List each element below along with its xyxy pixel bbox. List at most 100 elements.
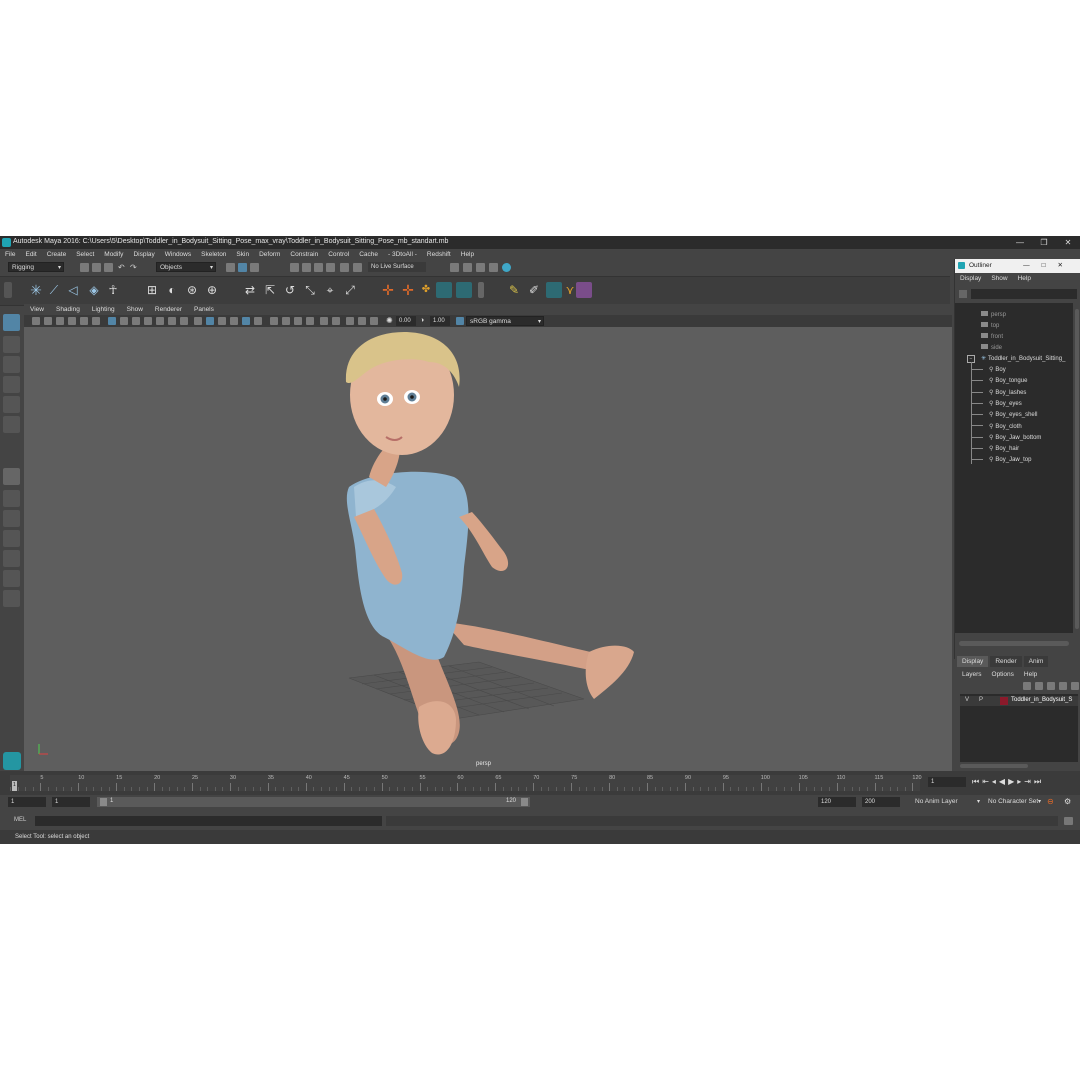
grease-pencil-icon[interactable] xyxy=(92,317,100,325)
menu-item-cache[interactable]: Cache xyxy=(354,249,383,260)
ik-spline-icon[interactable]: ◁ xyxy=(65,282,81,298)
auto-key-icon[interactable]: ⊖ xyxy=(1047,798,1056,806)
menu-item-modify[interactable]: Modify xyxy=(99,249,128,260)
wire-tool-icon[interactable]: ✎ xyxy=(506,282,522,298)
gate-mask-icon[interactable] xyxy=(144,317,152,325)
humanik-icon[interactable]: ☥ xyxy=(105,282,121,298)
outliner-tree[interactable]: persp top front side − ✳ Toddler_in_Bodysuit_S… xyxy=(955,303,1073,633)
step-forward-key-icon[interactable]: ⇥ xyxy=(1024,777,1031,787)
menu-item-edit[interactable]: Edit xyxy=(20,249,41,260)
undo-icon[interactable]: ↶ xyxy=(118,263,127,272)
save-scene-icon[interactable] xyxy=(104,263,113,272)
command-input[interactable] xyxy=(35,816,382,826)
wireframe-on-shaded-icon[interactable] xyxy=(218,317,226,325)
safe-action-icon[interactable] xyxy=(168,317,176,325)
time-ruler[interactable]: 5 10 15 20 25 30 35 40 45 50 55 60 65 70 75 80 85 90 95 100… xyxy=(10,775,922,791)
menu-item-file[interactable]: File xyxy=(0,249,20,260)
layer-menu-help[interactable]: Help xyxy=(1019,669,1042,680)
scale-tool-icon[interactable] xyxy=(3,416,20,433)
menu-item-windows[interactable]: Windows xyxy=(160,249,196,260)
outliner-item-mesh[interactable]: ⚲ Boy_eyes xyxy=(971,400,1022,407)
panel-menu-view[interactable]: View xyxy=(24,304,50,315)
layer-playback-toggle[interactable]: P xyxy=(979,697,983,703)
new-layer-selected-icon[interactable] xyxy=(1059,682,1067,690)
cluster-deform-icon[interactable]: ✤ xyxy=(418,282,434,298)
create-joints-icon[interactable]: ✳ xyxy=(28,282,44,298)
field-chart-icon[interactable] xyxy=(156,317,164,325)
menu-item-redshift[interactable]: Redshift xyxy=(422,249,456,260)
outliner-item-mesh[interactable]: ⚲ Boy_cloth xyxy=(971,423,1022,430)
outliner-item-mesh[interactable]: ⚲ Boy_Jaw_bottom xyxy=(971,434,1041,441)
isolate-select-icon[interactable] xyxy=(320,317,328,325)
perspective-viewport[interactable]: persp xyxy=(24,327,952,771)
snap-point-icon[interactable] xyxy=(314,263,323,272)
script-editor-icon[interactable] xyxy=(1064,817,1073,825)
select-tool-icon[interactable] xyxy=(3,314,20,331)
selection-mode-dropdown[interactable]: Objects xyxy=(156,262,216,273)
go-to-end-icon[interactable]: ⏭ xyxy=(1034,777,1041,787)
wrap-deformer-icon[interactable] xyxy=(456,282,472,298)
outliner-menu-help[interactable]: Help xyxy=(1013,273,1036,284)
hud-icon[interactable] xyxy=(370,317,378,325)
locator-add-icon[interactable]: ✛ xyxy=(400,282,416,298)
persp-outliner-layout-icon[interactable] xyxy=(3,510,20,527)
maximize-button[interactable]: ❐ xyxy=(1032,236,1056,249)
move-tool-icon[interactable] xyxy=(3,376,20,393)
select-by-component-icon[interactable] xyxy=(250,263,259,272)
cluster-icon[interactable]: ⊕ xyxy=(204,282,220,298)
anti-alias-icon[interactable] xyxy=(332,317,340,325)
anim-layer-dropdown[interactable]: No Anim Layer xyxy=(912,797,982,807)
step-back-frame-icon[interactable]: ◂ xyxy=(992,777,996,787)
step-forward-frame-icon[interactable]: ▸ xyxy=(1017,777,1021,787)
outliner-item-camera[interactable]: top xyxy=(981,322,999,329)
new-layer-icon[interactable] xyxy=(1071,682,1079,690)
play-forwards-icon[interactable]: ▶ xyxy=(1008,777,1014,787)
panel-menu-lighting[interactable]: Lighting xyxy=(86,304,121,315)
render-settings-icon[interactable] xyxy=(489,263,498,272)
outliner-item-mesh[interactable]: ⚲ Boy xyxy=(971,366,1006,373)
motion-blur-icon[interactable] xyxy=(306,317,314,325)
animation-start-field[interactable]: 1 xyxy=(8,797,46,807)
snap-curve-icon[interactable] xyxy=(302,263,311,272)
blendshape-icon[interactable] xyxy=(436,282,452,298)
nonlinear-icon[interactable] xyxy=(546,282,562,298)
persp-graph-layout-icon[interactable] xyxy=(3,530,20,547)
render-frame-icon[interactable] xyxy=(463,263,472,272)
xray-icon[interactable] xyxy=(270,317,278,325)
layer-tab-anim[interactable]: Anim xyxy=(1023,656,1049,667)
point-constraint-icon[interactable]: ⇱ xyxy=(262,282,278,298)
persp-uv-layout-icon[interactable] xyxy=(3,570,20,587)
panel-menu-shading[interactable]: Shading xyxy=(50,304,86,315)
rotate-tool-icon[interactable] xyxy=(3,396,20,413)
four-view-layout-icon[interactable] xyxy=(3,490,20,507)
range-slider-left-handle[interactable] xyxy=(100,798,107,806)
outliner-h-scrollbar[interactable] xyxy=(959,641,1069,646)
menu-set-dropdown[interactable]: Rigging xyxy=(8,262,64,273)
outliner-search-field[interactable] xyxy=(971,289,1077,299)
image-plane-icon[interactable] xyxy=(68,317,76,325)
menu-item-display[interactable]: Display xyxy=(128,249,159,260)
outliner-v-scrollbar[interactable] xyxy=(1075,309,1079,629)
smooth-shade-icon[interactable] xyxy=(206,317,214,325)
layer-move-up-icon[interactable] xyxy=(1023,682,1031,690)
shadows-icon[interactable] xyxy=(254,317,262,325)
menu-item-create[interactable]: Create xyxy=(42,249,72,260)
range-slider[interactable]: 1 120 xyxy=(97,797,530,807)
select-by-hierarchy-icon[interactable] xyxy=(226,263,235,272)
film-gate-icon[interactable] xyxy=(120,317,128,325)
grid-toggle-icon[interactable] xyxy=(108,317,116,325)
snap-view-icon[interactable] xyxy=(353,263,362,272)
outliner-window-buttons[interactable]: —□✕ xyxy=(1023,259,1075,273)
current-time-marker[interactable]: 1 xyxy=(12,781,17,791)
bind-skin-icon[interactable]: ⊞ xyxy=(144,282,160,298)
outliner-item-camera[interactable]: front xyxy=(981,333,1003,340)
outliner-item-mesh[interactable]: ⚲ Boy_tongue xyxy=(971,377,1027,384)
menu-item-skeleton[interactable]: Skeleton xyxy=(196,249,231,260)
menu-item-help[interactable]: Help xyxy=(456,249,479,260)
outliner-menu-display[interactable]: Display xyxy=(955,273,986,284)
menu-item-select[interactable]: Select xyxy=(71,249,99,260)
maya-home-icon[interactable] xyxy=(3,752,21,770)
outliner-item-group[interactable]: − ✳ Toddler_in_Bodysuit_Sitting_ xyxy=(967,355,1065,363)
layer-menu-options[interactable]: Options xyxy=(987,669,1019,680)
animation-end-field[interactable]: 200 xyxy=(862,797,900,807)
